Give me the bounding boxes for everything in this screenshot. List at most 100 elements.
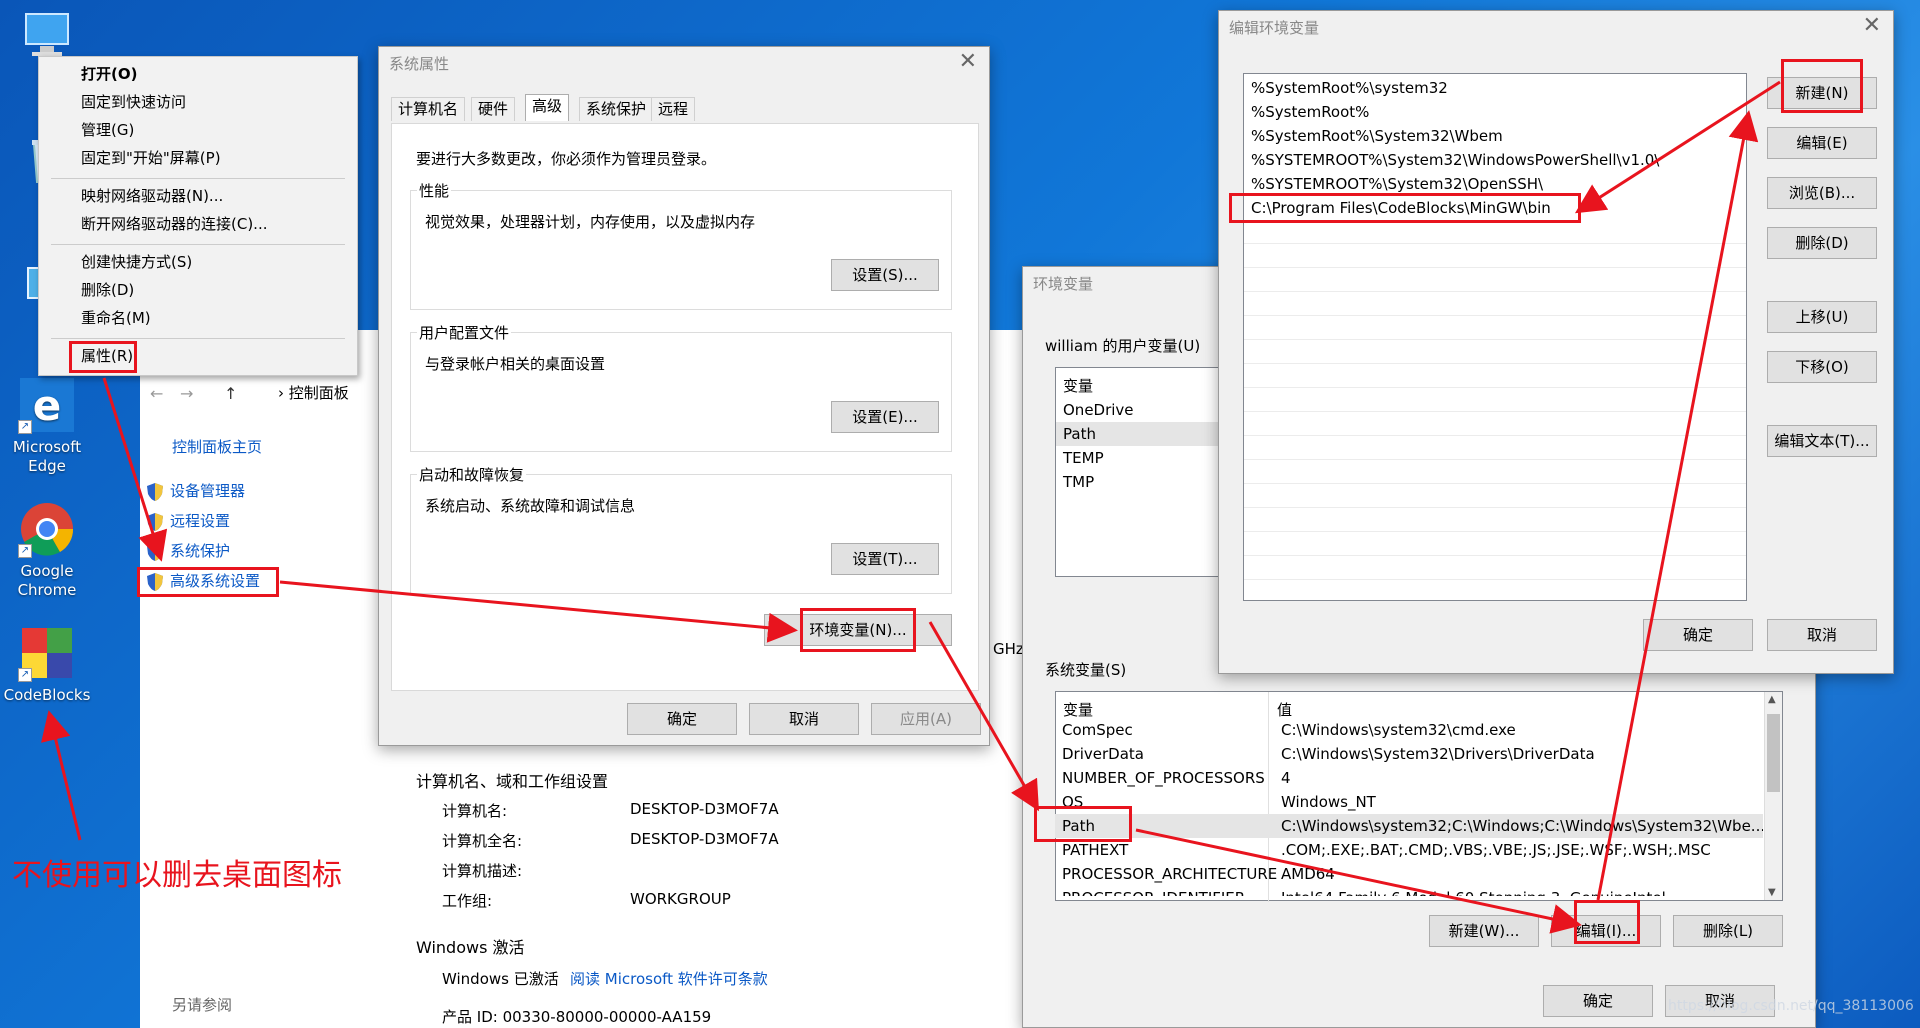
edit-text-button[interactable]: 编辑文本(T)...: [1767, 425, 1877, 457]
group-title: 用户配置文件: [417, 322, 512, 343]
breadcrumb[interactable]: › 控制面板: [278, 382, 349, 403]
cancel-button[interactable]: 取消: [749, 703, 859, 735]
list-item[interactable]: %SystemRoot%: [1244, 100, 1746, 124]
browse-button[interactable]: 浏览(B)...: [1767, 177, 1877, 209]
list-item[interactable]: %SYSTEMROOT%\System32\WindowsPowerShell\…: [1244, 148, 1746, 172]
table-row[interactable]: PROCESSOR_ARCHITECTURE AMD64: [1055, 862, 1763, 886]
group-description: 与登录帐户相关的桌面设置: [425, 355, 606, 373]
menu-item-pin-quick-access[interactable]: 固定到快速访问: [81, 89, 186, 115]
close-icon[interactable]: ✕: [959, 49, 977, 74]
move-down-button[interactable]: 下移(O): [1767, 351, 1877, 383]
cp-link-remote-settings[interactable]: 远程设置: [146, 510, 230, 532]
tab-panel: 要进行大多数更改，你必须作为管理员登录。 性能 视觉效果，处理器计划，内存使用，…: [391, 123, 979, 691]
list-item[interactable]: TMP: [1056, 470, 1234, 494]
menu-item-open[interactable]: 打开(O): [81, 61, 137, 87]
edit-entry-button[interactable]: 编辑(E): [1767, 127, 1877, 159]
edge-icon: e ↗: [18, 376, 76, 434]
up-arrow-icon[interactable]: ↑: [224, 384, 237, 403]
shield-icon: [146, 542, 164, 562]
apply-button[interactable]: 应用(A): [871, 703, 981, 735]
menu-separator: [51, 244, 345, 245]
table-row[interactable]: OS Windows_NT: [1055, 790, 1763, 814]
cp-link-device-manager[interactable]: 设备管理器: [146, 480, 245, 502]
variable-name: ComSpec: [1062, 721, 1133, 739]
highlight-advanced-settings: [137, 567, 279, 597]
scroll-up-icon[interactable]: ▲: [1768, 694, 1776, 705]
variable-value: C:\Windows\system32\cmd.exe: [1281, 721, 1516, 739]
tab-remote[interactable]: 远程: [651, 97, 696, 121]
menu-separator: [51, 338, 345, 339]
tab-advanced[interactable]: 高级: [525, 94, 570, 121]
see-also-heading: 另请参阅: [172, 996, 233, 1014]
admin-note: 要进行大多数更改，你必须作为管理员登录。: [416, 150, 717, 168]
cancel-button[interactable]: 取消: [1767, 619, 1877, 651]
menu-item-manage[interactable]: 管理(G): [81, 117, 134, 143]
variable-value: Windows_NT: [1281, 793, 1376, 811]
scrollbar[interactable]: ▲ ▼: [1764, 692, 1782, 900]
move-up-button[interactable]: 上移(U): [1767, 301, 1877, 333]
path-entries-list[interactable]: %SystemRoot%\system32 %SystemRoot% %Syst…: [1243, 73, 1747, 601]
section-activation: Windows 激活: [416, 938, 525, 957]
edit-environment-variable-dialog: 编辑环境变量 ✕ %SystemRoot%\system32 %SystemRo…: [1218, 10, 1894, 674]
menu-item-create-shortcut[interactable]: 创建快捷方式(S): [81, 249, 192, 275]
performance-settings-button[interactable]: 设置(S)...: [831, 259, 939, 291]
full-computer-name-label: 计算机全名:: [442, 832, 523, 850]
table-row[interactable]: PATHEXT .COM;.EXE;.BAT;.CMD;.VBS;.VBE;.JS…: [1055, 838, 1763, 862]
list-item[interactable]: %SystemRoot%\System32\Wbem: [1244, 124, 1746, 148]
variable-value: AMD64: [1281, 865, 1335, 883]
table-row[interactable]: NUMBER_OF_PROCESSORS 4: [1055, 766, 1763, 790]
shield-icon: [146, 482, 164, 502]
desktop-icon-edge[interactable]: e ↗ Microsoft Edge: [0, 376, 94, 476]
forward-arrow-icon[interactable]: →: [180, 384, 193, 403]
tab-computer-name[interactable]: 计算机名: [391, 97, 466, 121]
delete-variable-button[interactable]: 删除(L): [1673, 915, 1783, 947]
list-item[interactable]: %SystemRoot%\system32: [1244, 76, 1746, 100]
menu-item-pin-start[interactable]: 固定到"开始"屏幕(P): [81, 145, 221, 171]
ok-button[interactable]: 确定: [1643, 619, 1753, 651]
startup-recovery-settings-button[interactable]: 设置(T)...: [831, 543, 939, 575]
tab-hardware[interactable]: 硬件: [471, 97, 516, 121]
highlight-new-button: [1781, 59, 1863, 113]
highlight-env-button: [800, 608, 916, 652]
scroll-down-icon[interactable]: ▼: [1768, 887, 1776, 898]
desktop-icon-chrome[interactable]: ↗ Google Chrome: [0, 500, 94, 600]
table-row[interactable]: DriverData C:\Windows\System32\Drivers\Dr…: [1055, 742, 1763, 766]
shortcut-arrow-icon: ↗: [18, 668, 32, 682]
computer-name-label: 计算机名:: [442, 802, 508, 820]
arrow-annotation-to-codeblocks: [41, 710, 82, 841]
highlight-edit-button: [1574, 900, 1640, 944]
cp-link-system-protection[interactable]: 系统保护: [146, 540, 230, 562]
menu-item-disconnect-drive[interactable]: 断开网络驱动器的连接(C)...: [81, 211, 267, 237]
new-variable-button[interactable]: 新建(W)...: [1429, 915, 1539, 947]
group-title: 性能: [417, 180, 452, 201]
license-terms-link[interactable]: 阅读 Microsoft 软件许可条款: [570, 968, 768, 989]
menu-item-rename[interactable]: 重命名(M): [81, 305, 151, 331]
ok-button[interactable]: 确定: [1543, 985, 1653, 1017]
workgroup-label: 工作组:: [442, 892, 493, 910]
variable-value: C:\Windows\system32;C:\Windows;C:\Window…: [1281, 817, 1763, 835]
menu-item-delete[interactable]: 删除(D): [81, 277, 134, 303]
delete-entry-button[interactable]: 删除(D): [1767, 227, 1877, 259]
ok-button[interactable]: 确定: [627, 703, 737, 735]
user-variables-list[interactable]: 变量 OneDrive Path TEMP TMP: [1055, 367, 1235, 577]
dialog-title: 系统属性: [389, 55, 450, 73]
list-item[interactable]: TEMP: [1056, 446, 1234, 470]
user-profiles-settings-button[interactable]: 设置(E)...: [831, 401, 939, 433]
scrollbar-thumb[interactable]: [1767, 714, 1780, 792]
menu-item-map-drive[interactable]: 映射网络驱动器(N)...: [81, 183, 223, 209]
computer-description-label: 计算机描述:: [442, 862, 523, 880]
tab-system-protection[interactable]: 系统保护: [579, 97, 654, 121]
table-row[interactable]: ComSpec C:\Windows\system32\cmd.exe: [1055, 718, 1763, 742]
activation-status: Windows 已激活: [442, 970, 559, 988]
list-item[interactable]: OneDrive: [1056, 398, 1234, 422]
close-icon[interactable]: ✕: [1863, 13, 1881, 38]
back-arrow-icon[interactable]: ←: [150, 384, 163, 403]
variable-name: PROCESSOR_ARCHITECTURE: [1062, 865, 1278, 883]
group-title: 启动和故障恢复: [417, 464, 527, 485]
desktop-context-menu: 打开(O) 固定到快速访问 管理(G) 固定到"开始"屏幕(P) 映射网络驱动器…: [38, 56, 358, 376]
control-panel-home-link[interactable]: 控制面板主页: [172, 436, 262, 457]
desktop-icon-codeblocks[interactable]: ↗ CodeBlocks: [0, 624, 94, 705]
highlight-properties: [69, 341, 137, 373]
list-item[interactable]: Path: [1056, 422, 1234, 446]
table-row[interactable]: Path C:\Windows\system32;C:\Windows;C:\Wi…: [1055, 814, 1763, 838]
